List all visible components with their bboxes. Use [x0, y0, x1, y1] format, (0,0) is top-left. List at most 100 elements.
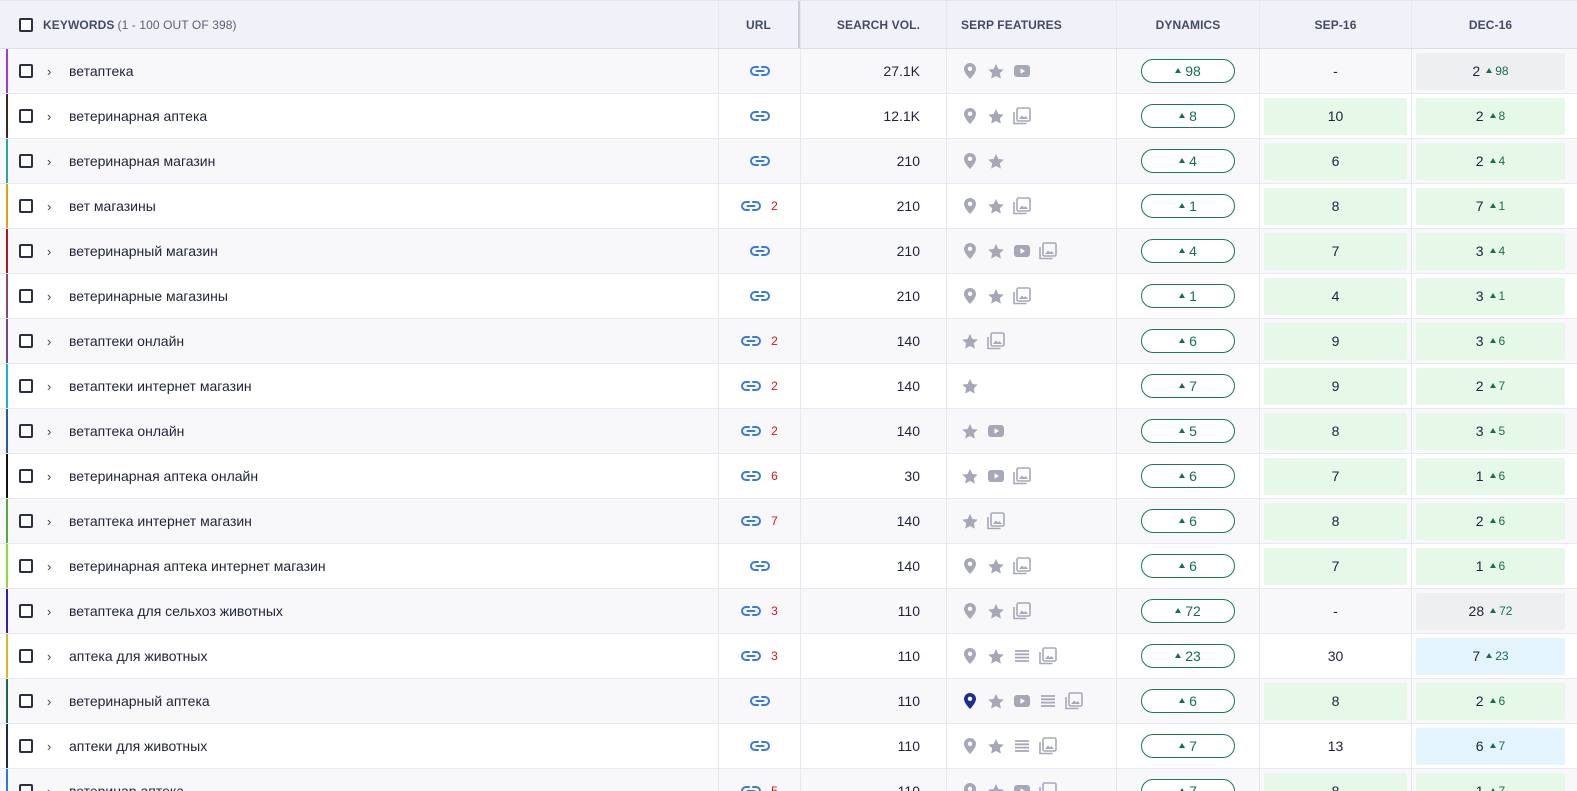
video-icon[interactable] — [1013, 692, 1031, 710]
pin-active-icon[interactable] — [961, 692, 979, 710]
star-icon[interactable] — [987, 287, 1005, 305]
star-icon[interactable] — [987, 62, 1005, 80]
chevron-right-icon[interactable]: › — [47, 740, 57, 753]
keyword-text[interactable]: ветаптека онлайн — [69, 423, 184, 439]
position-dec[interactable]: 34 — [1416, 232, 1565, 270]
row-checkbox[interactable] — [19, 739, 33, 753]
url-count[interactable]: 3 — [771, 604, 778, 618]
url-count[interactable]: 2 — [771, 199, 778, 213]
chevron-right-icon[interactable]: › — [47, 695, 57, 708]
position-dec[interactable]: 16 — [1416, 457, 1565, 495]
video-icon[interactable] — [1013, 62, 1031, 80]
star-icon[interactable] — [987, 152, 1005, 170]
row-checkbox[interactable] — [19, 154, 33, 168]
image-icon[interactable] — [1039, 782, 1057, 791]
header-url[interactable]: URL — [718, 1, 800, 48]
row-checkbox[interactable] — [19, 469, 33, 483]
keyword-text[interactable]: ветаптеки интернет магазин — [69, 378, 252, 394]
dynamics-badge[interactable]: 6 — [1141, 329, 1235, 353]
position-sep[interactable]: 30 — [1264, 638, 1407, 675]
position-sep[interactable]: 9 — [1264, 322, 1407, 360]
keyword-text[interactable]: ветаптека интернет магазин — [69, 513, 252, 529]
url-count[interactable]: 2 — [771, 424, 778, 438]
header-sep[interactable]: SEP-16 — [1259, 1, 1411, 48]
pin-icon[interactable] — [961, 557, 979, 575]
chevron-right-icon[interactable]: › — [47, 605, 57, 618]
image-icon[interactable] — [1013, 107, 1031, 125]
dynamics-badge[interactable]: 7 — [1141, 734, 1235, 758]
star-icon[interactable] — [961, 422, 979, 440]
keyword-text[interactable]: аптеки для животных — [69, 738, 207, 754]
keyword-text[interactable]: ветаптека — [69, 63, 133, 79]
keyword-text[interactable]: ветеринарный магазин — [69, 243, 218, 259]
position-sep[interactable]: 8 — [1264, 772, 1407, 791]
table-row[interactable]: › ветеринар аптека 5 110 7 8 1 7 — [0, 769, 1577, 791]
table-row[interactable]: › аптека для животных 3 110 23 30 7 23 — [0, 634, 1577, 679]
position-sep[interactable]: 8 — [1264, 187, 1407, 225]
link-icon[interactable] — [749, 107, 770, 125]
keyword-text[interactable]: ветеринарная аптека — [69, 108, 207, 124]
star-icon[interactable] — [987, 107, 1005, 125]
position-dec[interactable]: 7 23 — [1416, 637, 1565, 675]
dynamics-badge[interactable]: 4 — [1141, 149, 1235, 173]
pin-icon[interactable] — [961, 197, 979, 215]
list-icon[interactable] — [1013, 647, 1031, 665]
row-checkbox[interactable] — [19, 289, 33, 303]
chevron-right-icon[interactable]: › — [47, 290, 57, 303]
keyword-text[interactable]: ветеринарные магазины — [69, 288, 228, 304]
header-dynamics[interactable]: DYNAMICS — [1116, 1, 1259, 48]
chevron-right-icon[interactable]: › — [47, 155, 57, 168]
row-checkbox[interactable] — [19, 199, 33, 213]
position-dec[interactable]: 28 72 — [1416, 592, 1565, 630]
link-icon[interactable] — [741, 467, 762, 485]
row-checkbox[interactable] — [19, 694, 33, 708]
position-sep[interactable]: 7 — [1264, 232, 1407, 270]
link-icon[interactable] — [749, 62, 770, 80]
row-checkbox[interactable] — [19, 604, 33, 618]
chevron-right-icon[interactable]: › — [47, 470, 57, 483]
star-icon[interactable] — [961, 377, 979, 395]
dynamics-badge[interactable]: 5 — [1141, 419, 1235, 443]
header-search-vol[interactable]: SEARCH VOL. — [800, 1, 946, 48]
dynamics-badge[interactable]: 8 — [1141, 104, 1235, 128]
keyword-text[interactable]: ветаптека для сельхоз животных — [69, 603, 283, 619]
chevron-right-icon[interactable]: › — [47, 560, 57, 573]
position-sep[interactable]: 8 — [1264, 502, 1407, 540]
row-checkbox[interactable] — [19, 244, 33, 258]
position-sep[interactable]: 10 — [1264, 97, 1407, 135]
link-icon[interactable] — [741, 512, 762, 530]
row-checkbox[interactable] — [19, 109, 33, 123]
list-icon[interactable] — [1039, 692, 1057, 710]
link-icon[interactable] — [741, 422, 762, 440]
link-icon[interactable] — [749, 737, 770, 755]
keyword-text[interactable]: ветеринарная аптека интернет магазин — [69, 558, 326, 574]
link-icon[interactable] — [741, 197, 762, 215]
image-icon[interactable] — [987, 332, 1005, 350]
video-icon[interactable] — [1013, 782, 1031, 791]
keyword-text[interactable]: аптека для животных — [69, 648, 207, 664]
table-row[interactable]: › ветеринарный магазин 210 4 7 3 4 — [0, 229, 1577, 274]
chevron-right-icon[interactable]: › — [47, 380, 57, 393]
chevron-right-icon[interactable]: › — [47, 785, 57, 791]
star-icon[interactable] — [987, 692, 1005, 710]
dynamics-badge[interactable]: 6 — [1141, 509, 1235, 533]
row-checkbox[interactable] — [19, 64, 33, 78]
url-count[interactable]: 3 — [771, 649, 778, 663]
chevron-right-icon[interactable]: › — [47, 335, 57, 348]
table-row[interactable]: › вет магазины 2 210 1 8 7 1 — [0, 184, 1577, 229]
url-count[interactable]: 5 — [771, 784, 778, 791]
dynamics-badge[interactable]: 7 — [1141, 374, 1235, 398]
table-row[interactable]: › ветеринарная магазин 210 4 6 2 4 — [0, 139, 1577, 184]
star-icon[interactable] — [987, 782, 1005, 791]
table-row[interactable]: › ветаптека 27.1K 98 - 2 98 — [0, 49, 1577, 94]
table-row[interactable]: › ветаптеки онлайн 2 140 6 9 3 6 — [0, 319, 1577, 364]
position-sep[interactable]: - — [1264, 593, 1407, 630]
header-keywords[interactable]: KEYWORDS (1 - 100 OUT OF 398) — [0, 1, 718, 48]
link-icon[interactable] — [741, 332, 762, 350]
pin-icon[interactable] — [961, 242, 979, 260]
pin-icon[interactable] — [961, 602, 979, 620]
image-icon[interactable] — [1039, 647, 1057, 665]
dynamics-badge[interactable]: 7 — [1141, 779, 1235, 791]
position-dec[interactable]: 16 — [1416, 547, 1565, 585]
position-dec[interactable]: 28 — [1416, 97, 1565, 135]
